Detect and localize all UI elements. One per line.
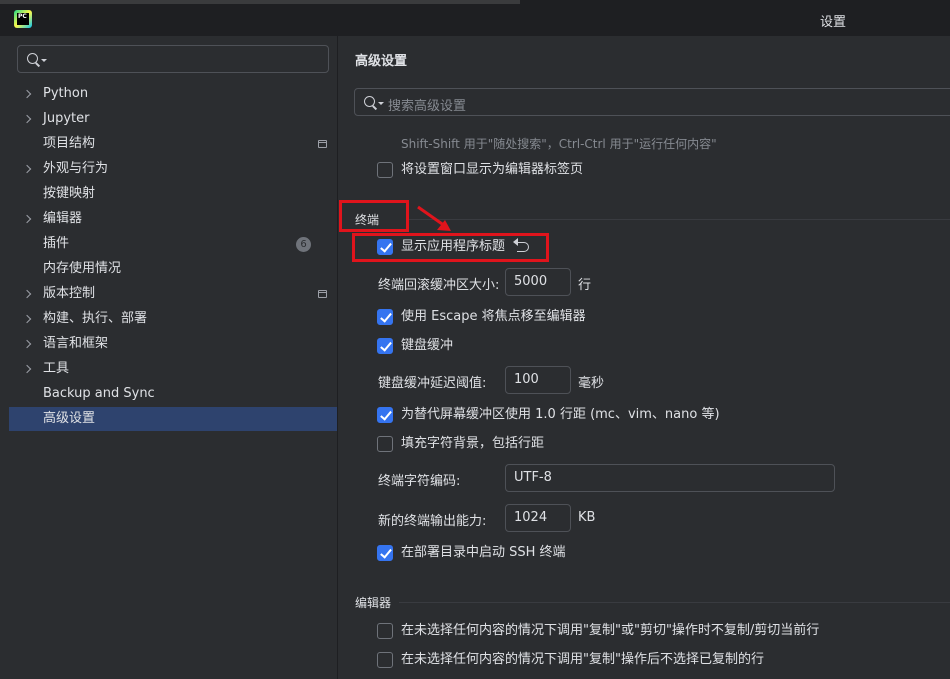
sidebar-item-jupyter[interactable]: Jupyter — [9, 107, 337, 131]
encoding-input[interactable]: UTF-8 — [505, 464, 835, 492]
output-capacity-label: 新的终端输出能力: — [378, 514, 487, 529]
page-title: 高级设置 — [355, 54, 408, 69]
section-divider — [399, 602, 950, 603]
output-capacity-input[interactable]: 1024 — [505, 504, 571, 532]
checkbox[interactable] — [377, 652, 393, 668]
encoding-label: 终端字符编码: — [378, 474, 461, 489]
search-hint: Shift-Shift 用于"随处搜索"，Ctrl-Ctrl 用于"运行任何内容… — [401, 137, 717, 151]
scrollback-input[interactable]: 5000 — [505, 268, 571, 296]
key-buffer-delay-label: 键盘缓冲延迟阈值: — [378, 376, 487, 391]
sidebar-item-appearance[interactable]: 外观与行为 — [9, 157, 337, 181]
scrollback-unit: 行 — [578, 278, 592, 293]
checkbox[interactable] — [377, 407, 393, 423]
checkbox[interactable] — [377, 239, 393, 255]
chevron-right-icon — [22, 89, 32, 99]
chevron-right-icon — [22, 289, 32, 299]
checkbox[interactable] — [377, 309, 393, 325]
section-divider — [407, 219, 950, 220]
sidebar-item-backup-sync[interactable]: Backup and Sync — [9, 382, 337, 406]
checkbox[interactable] — [377, 623, 393, 639]
chevron-right-icon — [22, 214, 32, 224]
sidebar-item-plugins[interactable]: 插件 6 — [9, 232, 337, 256]
sidebar-item-advanced-settings[interactable]: 高级设置 — [9, 407, 337, 431]
chevron-right-icon — [22, 114, 32, 124]
sidebar-item-python[interactable]: Python — [9, 82, 337, 106]
sidebar-search-input[interactable] — [17, 45, 329, 73]
key-buffer-delay-unit: 毫秒 — [578, 376, 605, 391]
search-placeholder: 搜索高级设置 — [388, 99, 467, 114]
key-buffer-delay-input[interactable]: 100 — [505, 366, 571, 394]
search-icon — [364, 96, 375, 107]
title-bar: PC 设置 — [0, 0, 950, 36]
annotation-arrow-icon — [417, 205, 451, 231]
scrollback-label: 终端回滚缓冲区大小: — [378, 278, 500, 293]
settings-sidebar: Python Jupyter 项目结构 外观与行为 按键映射 编辑器 插件 6 … — [0, 36, 338, 679]
search-icon — [27, 53, 38, 64]
sidebar-item-memory-usage[interactable]: 内存使用情况 — [9, 257, 337, 281]
checkbox[interactable] — [377, 545, 393, 561]
sidebar-item-keymap[interactable]: 按键映射 — [9, 182, 337, 206]
tab-strip — [0, 0, 520, 4]
chevron-right-icon — [22, 364, 32, 374]
sidebar-item-editor[interactable]: 编辑器 — [9, 207, 337, 231]
pycharm-logo-icon: PC — [14, 10, 32, 28]
annotation-box-terminal — [339, 200, 409, 232]
settings-content: 高级设置 搜索高级设置 Shift-Shift 用于"随处搜索"，Ctrl-Ct… — [339, 36, 950, 679]
checkbox[interactable] — [377, 436, 393, 452]
checkbox[interactable] — [377, 162, 393, 178]
sidebar-item-build-execution-deployment[interactable]: 构建、执行、部署 — [9, 307, 337, 331]
reset-icon[interactable] — [513, 238, 529, 252]
sidebar-item-project-structure[interactable]: 项目结构 — [9, 132, 337, 156]
chevron-down-icon — [41, 59, 47, 62]
section-title-editor: 编辑器 — [355, 596, 392, 610]
plugins-update-badge: 6 — [296, 237, 311, 252]
project-level-icon — [318, 140, 327, 148]
sidebar-item-version-control[interactable]: 版本控制 — [9, 282, 337, 306]
sidebar-item-languages-frameworks[interactable]: 语言和框架 — [9, 332, 337, 356]
chevron-down-icon — [378, 102, 384, 105]
chevron-right-icon — [22, 164, 32, 174]
project-level-icon — [318, 290, 327, 298]
chevron-right-icon — [22, 339, 32, 349]
window-title: 设置 — [820, 15, 847, 30]
advanced-settings-search-input[interactable]: 搜索高级设置 — [354, 88, 950, 116]
sidebar-item-tools[interactable]: 工具 — [9, 357, 337, 381]
output-capacity-unit: KB — [578, 510, 596, 525]
chevron-right-icon — [22, 314, 32, 324]
checkbox[interactable] — [377, 338, 393, 354]
